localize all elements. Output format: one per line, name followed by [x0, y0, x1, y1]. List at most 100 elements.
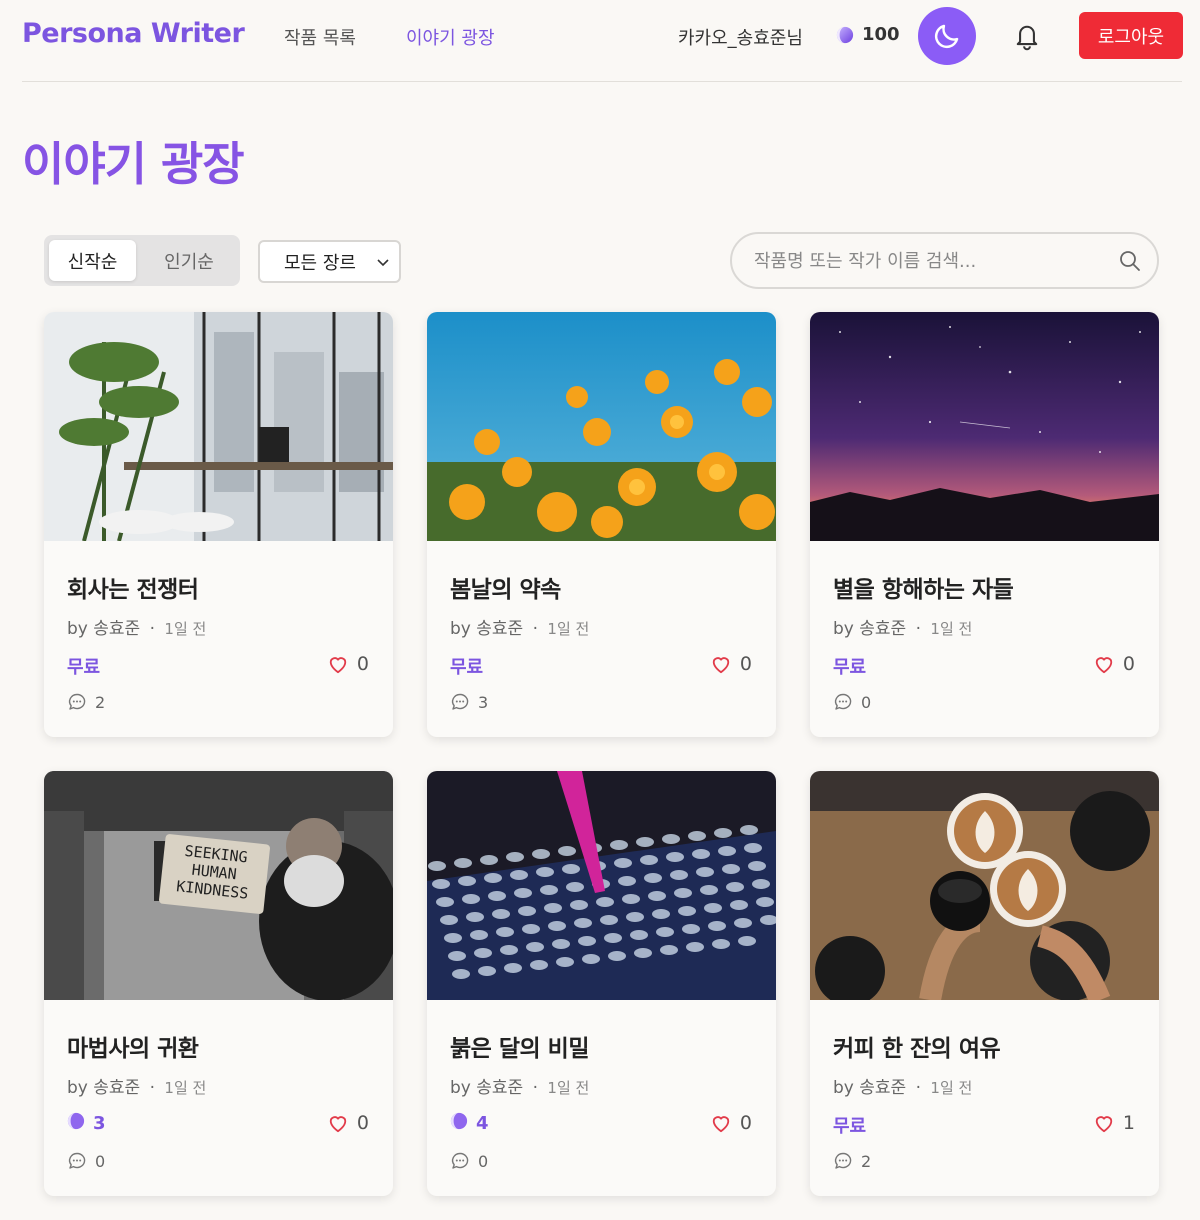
comment-count: 0 [67, 1151, 105, 1171]
story-card[interactable]: 별을 항해하는 자들 by 송효준 · 1일 전 무료 0 0 [810, 312, 1159, 737]
like-count: 0 [1122, 653, 1135, 675]
comment-icon [834, 693, 852, 710]
credit-balance: 100 [836, 24, 900, 45]
notifications-button[interactable] [1012, 20, 1042, 52]
credit-count: 100 [862, 24, 900, 45]
story-thumbnail: SEEKING HUMAN KINDNESS [44, 771, 393, 1000]
like-button[interactable]: 1 [1093, 1112, 1135, 1134]
meta-separator: · [532, 619, 538, 639]
dark-mode-toggle[interactable] [918, 7, 976, 65]
story-meta: by 송효준 · 1일 전 [833, 614, 972, 639]
app-logo[interactable]: Persona Writer [22, 18, 245, 49]
story-time: 1일 전 [164, 620, 207, 638]
story-price-text: 무료 [450, 657, 484, 678]
story-card[interactable]: SEEKING HUMAN KINDNESS 마법사의 귀환 by 송효준 · … [44, 771, 393, 1196]
story-card[interactable]: 봄날의 약속 by 송효준 · 1일 전 무료 0 3 [427, 312, 776, 737]
story-price: 무료 [833, 653, 866, 679]
meta-separator: · [149, 619, 155, 639]
comment-icon [68, 1152, 86, 1169]
top-header: Persona Writer 작품 목록 이야기 광장 카카오_송효준님 100… [22, 0, 1183, 82]
like-button[interactable]: 0 [710, 1112, 752, 1134]
comment-count: 0 [833, 692, 871, 712]
story-author: by 송효준 [833, 1078, 907, 1098]
meta-separator: · [149, 1078, 155, 1098]
story-author: by 송효준 [450, 1078, 524, 1098]
like-button[interactable]: 0 [327, 653, 369, 675]
search-box [730, 232, 1159, 289]
genre-select-value: 모든 장르 [284, 252, 356, 274]
story-thumbnail [810, 312, 1159, 541]
story-price: 무료 [833, 1112, 866, 1138]
story-meta: by 송효준 · 1일 전 [67, 1073, 206, 1098]
comment-icon [834, 1152, 852, 1169]
story-meta: by 송효준 · 1일 전 [450, 1073, 589, 1098]
search-icon[interactable] [1119, 250, 1141, 272]
moon-icon [934, 24, 959, 49]
comment-count-value: 0 [861, 692, 872, 712]
user-name: 카카오_송효준님 [678, 28, 803, 49]
like-button[interactable]: 0 [1093, 653, 1135, 675]
story-card[interactable]: 붉은 달의 비밀 by 송효준 · 1일 전 4 0 0 [427, 771, 776, 1196]
story-time: 1일 전 [547, 620, 590, 638]
chevron-down-icon [377, 259, 389, 267]
story-thumbnail [810, 771, 1159, 1000]
story-card[interactable]: 커피 한 잔의 여유 by 송효준 · 1일 전 무료 1 2 [810, 771, 1159, 1196]
heart-icon [1095, 657, 1113, 674]
sort-toggle: 신작순 인기순 [44, 235, 240, 286]
story-thumbnail [44, 312, 393, 541]
sort-newest-button[interactable]: 신작순 [49, 240, 136, 281]
story-meta: by 송효준 · 1일 전 [450, 614, 589, 639]
nav-story-plaza[interactable]: 이야기 광장 [406, 24, 495, 50]
comment-icon [451, 693, 469, 710]
credit-coin-icon [67, 1112, 85, 1135]
nav-works-list[interactable]: 작품 목록 [284, 24, 356, 50]
like-count: 0 [356, 1112, 369, 1134]
story-author: by 송효준 [67, 1078, 141, 1098]
story-time: 1일 전 [547, 1079, 590, 1097]
story-thumbnail [427, 312, 776, 541]
story-card[interactable]: 회사는 전쟁터 by 송효준 · 1일 전 무료 0 2 [44, 312, 393, 737]
heart-icon [329, 1116, 347, 1133]
heart-icon [712, 657, 730, 674]
story-meta: by 송효준 · 1일 전 [833, 1073, 972, 1098]
story-price: 3 [67, 1112, 106, 1135]
story-title: 회사는 전쟁터 [67, 577, 199, 603]
like-count: 0 [739, 653, 752, 675]
heart-icon [712, 1116, 730, 1133]
story-title: 커피 한 잔의 여유 [833, 1036, 1001, 1062]
comment-count-value: 0 [478, 1151, 489, 1171]
credit-coin-icon [450, 1112, 468, 1135]
like-count: 0 [739, 1112, 752, 1134]
sort-popular-button[interactable]: 인기순 [143, 240, 235, 281]
story-thumbnail [427, 771, 776, 1000]
like-button[interactable]: 0 [327, 1112, 369, 1134]
story-price: 무료 [67, 653, 100, 679]
meta-separator: · [532, 1078, 538, 1098]
logout-button[interactable]: 로그아웃 [1079, 12, 1183, 59]
meta-separator: · [915, 1078, 921, 1098]
story-price-text: 3 [93, 1113, 106, 1134]
story-price-text: 무료 [833, 1116, 867, 1137]
comment-count-value: 0 [95, 1151, 106, 1171]
comment-count: 0 [450, 1151, 488, 1171]
story-author: by 송효준 [67, 619, 141, 639]
story-title: 봄날의 약속 [450, 577, 561, 603]
story-price-text: 무료 [67, 657, 101, 678]
heart-icon [329, 657, 347, 674]
comment-count: 3 [450, 692, 488, 712]
comment-icon [451, 1152, 469, 1169]
search-input[interactable] [754, 246, 1114, 276]
story-meta: by 송효준 · 1일 전 [67, 614, 206, 639]
like-count: 0 [356, 653, 369, 675]
story-price: 무료 [450, 653, 483, 679]
story-price-text: 4 [476, 1113, 489, 1134]
meta-separator: · [915, 619, 921, 639]
comment-count: 2 [67, 692, 105, 712]
story-time: 1일 전 [164, 1079, 207, 1097]
comment-count-value: 3 [478, 692, 489, 712]
like-button[interactable]: 0 [710, 653, 752, 675]
story-author: by 송효준 [450, 619, 524, 639]
page-title: 이야기 광장 [22, 137, 245, 191]
genre-select[interactable]: 모든 장르 [258, 240, 401, 283]
credit-coin-icon [836, 26, 854, 43]
